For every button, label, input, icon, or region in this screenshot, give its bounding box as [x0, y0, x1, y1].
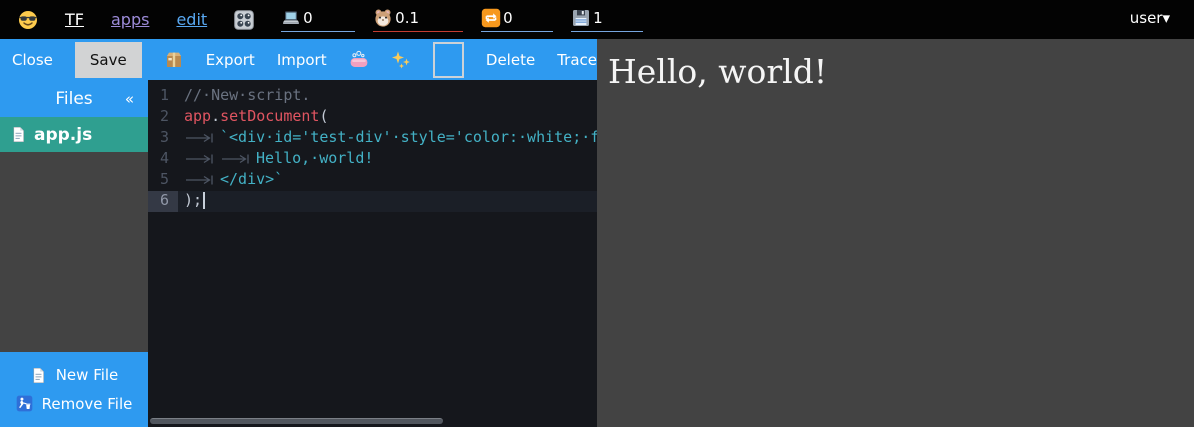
horizontal-scrollbar[interactable] — [150, 418, 443, 424]
editor-code-area[interactable]: //·New·script.app.setDocument(`<div·id='… — [178, 80, 597, 427]
counter-field-repeat[interactable]: 0 — [481, 8, 553, 32]
user-menu[interactable]: user▾ — [1130, 9, 1170, 27]
tab-indicator-icon — [184, 129, 220, 147]
files-sidebar: Files « app.js New File Remove File — [0, 80, 148, 427]
code-line-3[interactable]: `<div·id='test-div'·style='color:·white;… — [178, 128, 597, 149]
code-line-5[interactable]: </div>` — [178, 170, 597, 191]
tab-indicator-icon — [220, 150, 256, 168]
tab-indicator-icon — [184, 150, 220, 168]
edit-link[interactable]: edit — [176, 10, 207, 29]
soap-icon[interactable] — [349, 50, 369, 70]
sunglasses-face-icon[interactable] — [18, 10, 38, 30]
control-knobs-icon[interactable] — [234, 10, 254, 30]
counter-value: 0 — [503, 11, 513, 26]
tab-indicator-icon — [184, 171, 220, 189]
remove-file-button[interactable]: Remove File — [0, 395, 148, 413]
topbar-counters: 0 0.1 0 1 — [281, 8, 643, 32]
brand-link[interactable]: TF — [65, 10, 84, 29]
gutter-line-number: 5 — [148, 170, 178, 191]
litter-bin-icon — [16, 395, 33, 412]
save-button[interactable]: Save — [75, 42, 142, 78]
file-list-empty-area — [0, 152, 148, 352]
counter-value: 0.1 — [395, 11, 419, 26]
close-button[interactable]: Close — [12, 51, 53, 69]
new-file-button[interactable]: New File — [0, 366, 148, 384]
code-line-6[interactable]: ); — [178, 191, 597, 212]
apps-link[interactable]: apps — [111, 10, 149, 29]
gutter-line-number: 4 — [148, 149, 178, 170]
code-token: </div>` — [220, 170, 283, 188]
gutter-line-number: 3 — [148, 128, 178, 149]
editor-gutter: 123456 — [148, 80, 178, 427]
code-token: `<div·id='test-div'·style='color:·white;… — [220, 128, 597, 146]
counter-value: 1 — [593, 11, 603, 26]
gutter-line-number: 2 — [148, 107, 178, 128]
empty-toolbar-button[interactable] — [433, 42, 464, 78]
floppy-icon — [571, 8, 591, 28]
sidebar-header: Files « — [0, 80, 148, 117]
file-list: app.js — [0, 117, 148, 152]
code-editor[interactable]: 123456 //·New·script.app.setDocument(`<d… — [148, 80, 597, 427]
delete-button[interactable]: Delete — [486, 51, 535, 69]
app-column: Close Save Export Import Delete Trace Fi… — [0, 39, 597, 427]
export-button[interactable]: Export — [206, 51, 255, 69]
file-item-app.js[interactable]: app.js — [0, 117, 148, 152]
file-name: app.js — [34, 125, 92, 145]
counter-field-floppy[interactable]: 1 — [571, 8, 643, 32]
code-line-1[interactable]: //·New·script. — [178, 86, 597, 107]
remove-file-label: Remove File — [42, 395, 133, 413]
topbar: TF apps edit 0 0.1 0 1 user▾ — [0, 0, 1194, 39]
code-line-2[interactable]: app.setDocument( — [178, 107, 597, 128]
code-token: Hello,·world! — [256, 149, 373, 167]
counter-field-laptop[interactable]: 0 — [281, 8, 355, 32]
code-token: app — [184, 107, 211, 125]
new-file-label: New File — [56, 366, 119, 384]
repeat-icon — [481, 8, 501, 28]
text-cursor — [203, 192, 205, 209]
code-token: ); — [184, 191, 202, 209]
code-token: . — [211, 107, 220, 125]
counter-field-hamster[interactable]: 0.1 — [373, 8, 463, 32]
sidebar-footer: New File Remove File — [0, 352, 148, 427]
file-page-icon — [10, 126, 27, 143]
code-line-4[interactable]: Hello,·world! — [178, 149, 597, 170]
gutter-line-number: 6 — [148, 191, 178, 212]
collapse-sidebar-button[interactable]: « — [125, 90, 134, 108]
code-token: setDocument — [220, 107, 319, 125]
code-token: ( — [319, 107, 328, 125]
toolbar: Close Save Export Import Delete Trace — [0, 39, 597, 80]
new-file-page-icon — [30, 367, 47, 384]
gutter-line-number: 1 — [148, 86, 178, 107]
preview-text: Hello, world! — [608, 52, 1194, 91]
sparkles-icon[interactable] — [391, 50, 411, 70]
code-token: //·New·script. — [184, 86, 310, 104]
hamster-icon — [373, 8, 393, 28]
trace-button[interactable]: Trace — [557, 51, 597, 69]
preview-panel: Hello, world! — [597, 39, 1194, 427]
counter-value: 0 — [303, 11, 313, 26]
laptop-icon — [281, 8, 301, 28]
package-icon[interactable] — [164, 50, 184, 70]
import-button[interactable]: Import — [277, 51, 327, 69]
